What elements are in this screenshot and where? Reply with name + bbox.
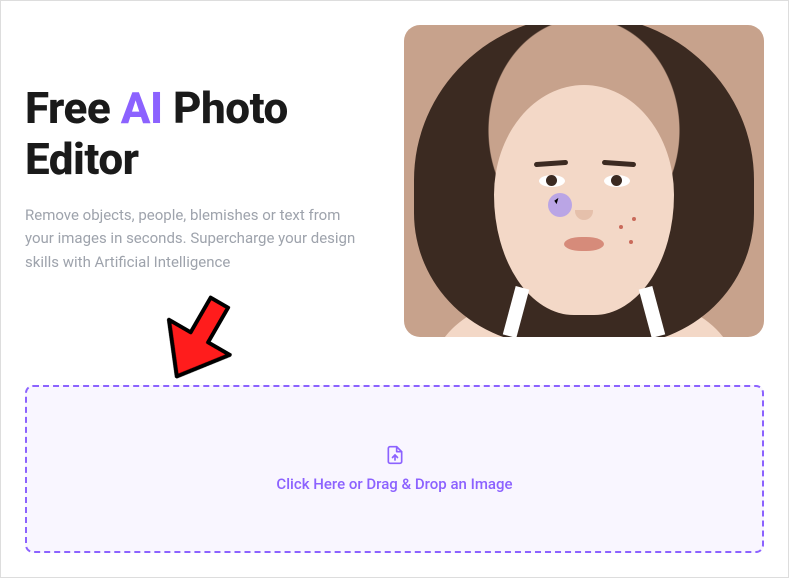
- page-container: Free AI Photo Editor Remove objects, peo…: [1, 1, 788, 577]
- page-title: Free AI Photo Editor: [25, 83, 380, 184]
- page-subtitle: Remove objects, people, blemishes or tex…: [25, 204, 365, 274]
- headline-pre: Free: [25, 82, 121, 134]
- hero-demo-image: [404, 25, 764, 337]
- brush-cursor-icon: [548, 193, 572, 217]
- upload-dropzone[interactable]: Click Here or Drag & Drop an Image: [25, 385, 764, 553]
- headline-ai: AI: [121, 82, 163, 134]
- hero-text-block: Free AI Photo Editor Remove objects, peo…: [25, 25, 380, 337]
- hero-section: Free AI Photo Editor Remove objects, peo…: [25, 25, 764, 337]
- dropzone-label: Click Here or Drag & Drop an Image: [276, 475, 512, 493]
- upload-icon: [385, 445, 405, 465]
